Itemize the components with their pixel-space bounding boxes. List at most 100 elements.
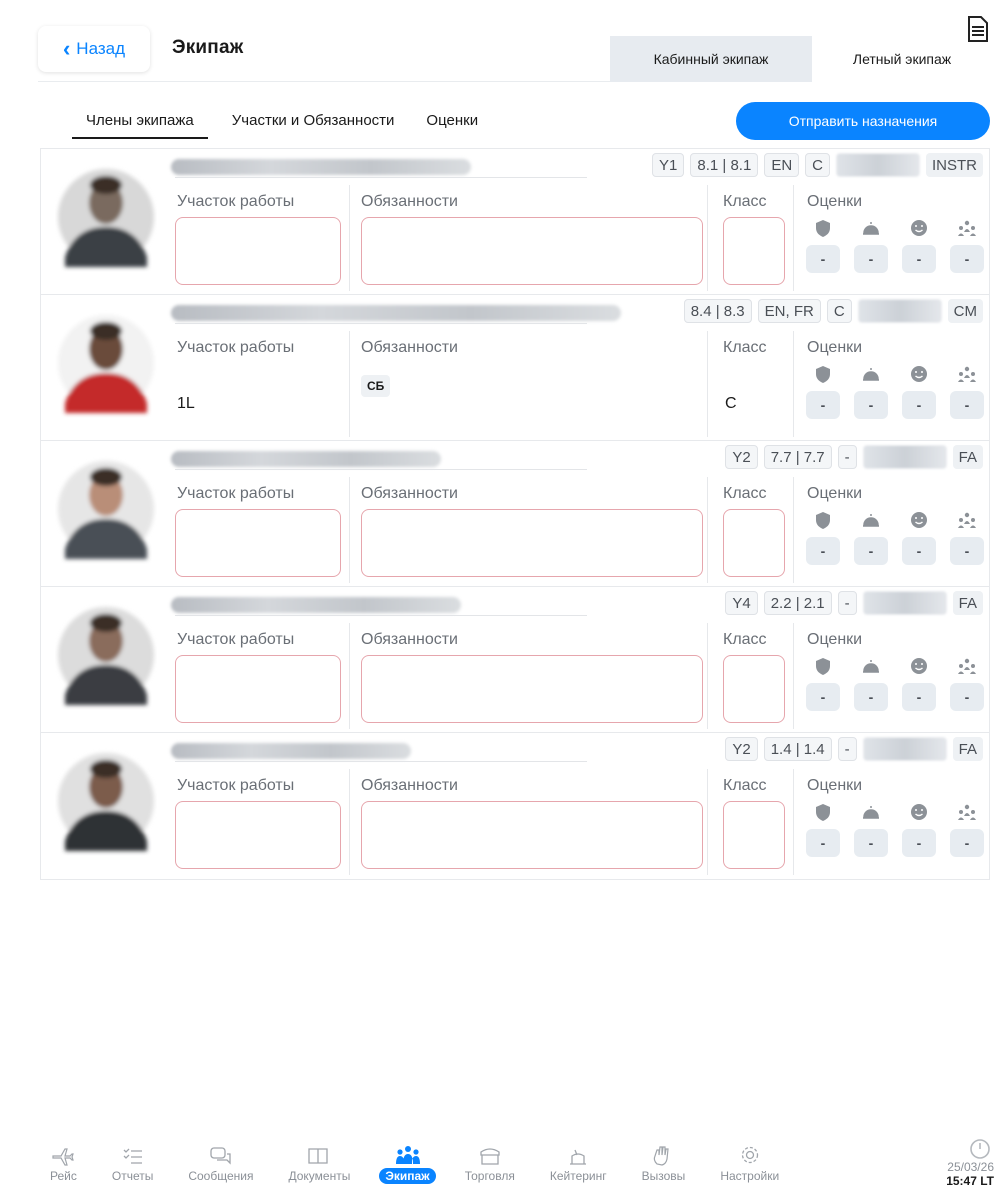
crew-name-redacted [171, 159, 471, 175]
service-bell-icon [863, 806, 879, 819]
crew-tag-score: 2.2 | 2.1 [763, 591, 832, 615]
duties-input[interactable] [361, 801, 703, 869]
rating-select-button[interactable]: - [854, 245, 888, 273]
rating-select-button[interactable]: - [950, 391, 984, 419]
duties-input[interactable] [361, 509, 703, 577]
nav-item-store[interactable]: Торговля [459, 1144, 521, 1184]
catering-icon [570, 1149, 587, 1165]
rating-select-button[interactable]: - [902, 829, 936, 857]
send-assignments-button[interactable]: Отправить назначения [736, 102, 990, 140]
crew-position-badge: CM [947, 299, 983, 323]
nav-item-catering[interactable]: Кейтеринг [544, 1144, 613, 1184]
nav-item-gear[interactable]: Настройки [714, 1144, 785, 1184]
page-title: Экипаж [172, 37, 244, 58]
team-icon [958, 220, 976, 236]
rating-select-button[interactable]: - [854, 683, 888, 711]
segment-cabin-crew[interactable]: Кабинный экипаж [610, 36, 812, 82]
work-area-input[interactable] [175, 655, 341, 723]
work-area-input[interactable] [175, 217, 341, 285]
nav-item-label: Рейс [50, 1169, 77, 1183]
rating-column: - [805, 801, 841, 857]
rating-column: - [805, 655, 841, 711]
class-input[interactable] [723, 217, 785, 285]
divider [793, 769, 794, 875]
work-area-value[interactable]: 1L [177, 395, 195, 413]
nav-item-messages[interactable]: Сообщения [182, 1144, 259, 1184]
rating-column: - [853, 509, 889, 565]
ratings-group: - - - - [805, 363, 985, 419]
class-label: Класс [723, 485, 767, 502]
rating-select-button[interactable]: - [806, 829, 840, 857]
crew-tag-redacted [862, 591, 947, 615]
nav-item-label: Кейтеринг [549, 1169, 607, 1183]
rating-select-button[interactable]: - [806, 537, 840, 565]
work-area-input[interactable] [175, 509, 341, 577]
team-icon [958, 804, 976, 820]
rating-select-button[interactable]: - [806, 245, 840, 273]
rating-select-button[interactable]: - [950, 683, 984, 711]
work-area-label: Участок работы [177, 193, 295, 210]
nav-item-label: Торговля [464, 1169, 515, 1183]
rating-select-button[interactable]: - [854, 391, 888, 419]
crew-tag-redacted [862, 737, 947, 761]
nav-item-checklist[interactable]: Отчеты [106, 1144, 159, 1184]
divider [793, 185, 794, 291]
divider [707, 185, 708, 291]
rating-select-button[interactable]: - [902, 537, 936, 565]
divider [707, 331, 708, 437]
crew-name-redacted [171, 451, 441, 467]
rating-select-button[interactable]: - [902, 391, 936, 419]
tab-areas-duties[interactable]: Участки и Обязанности [218, 106, 409, 139]
avatar [58, 315, 154, 413]
crew-card: Y4 2.2 | 2.1- FA Участок работы Обязанност… [40, 586, 990, 732]
bottom-nav: Рейс Отчеты Сообщения Документы Экипаж Т… [44, 1138, 994, 1184]
smile-icon [911, 220, 927, 236]
nav-item-hand[interactable]: Вызовы [636, 1144, 692, 1184]
crew-position-badge: FA [952, 737, 983, 761]
rating-select-button[interactable]: - [902, 245, 936, 273]
crew-tag-lang: EN [764, 153, 800, 177]
duties-label: Обязанности [361, 777, 458, 794]
ratings-label: Оценки [807, 485, 863, 502]
crew-tags: Y4 2.2 | 2.1- FA [725, 591, 983, 615]
divider [175, 323, 587, 324]
messages-icon [210, 1147, 231, 1165]
duties-input[interactable] [361, 655, 703, 723]
rating-select-button[interactable]: - [950, 245, 984, 273]
duties-input[interactable] [361, 217, 703, 285]
duty-chip[interactable]: СБ [361, 375, 391, 397]
crew-tag-lang: - [837, 737, 857, 761]
tab-ratings[interactable]: Оценки [412, 106, 492, 139]
class-input[interactable] [723, 801, 785, 869]
class-input[interactable] [723, 509, 785, 577]
ratings-group: - - - - [805, 801, 985, 857]
class-value[interactable]: C [725, 395, 737, 413]
rating-select-button[interactable]: - [950, 537, 984, 565]
document-icon[interactable] [960, 12, 994, 46]
ratings-label: Оценки [807, 339, 863, 356]
work-area-input[interactable] [175, 801, 341, 869]
ratings-label: Оценки [807, 631, 863, 648]
ratings-group: - - - - [805, 509, 985, 565]
divider [707, 769, 708, 875]
nav-item-book[interactable]: Документы [282, 1144, 356, 1184]
tab-crew-members[interactable]: Члены экипажа [72, 106, 208, 139]
rating-select-button[interactable]: - [806, 391, 840, 419]
crew-type-switch: Кабинный экипаж Летный экипаж [610, 36, 992, 82]
rating-select-button[interactable]: - [950, 829, 984, 857]
nav-item-label: Вызовы [641, 1169, 686, 1183]
clock: 25/03/26 15:47 LT [946, 1138, 994, 1187]
rating-select-button[interactable]: - [902, 683, 936, 711]
back-button[interactable]: ‹ Назад [38, 26, 150, 72]
clock-date: 25/03/26 [947, 1160, 994, 1174]
class-input[interactable] [723, 655, 785, 723]
rating-select-button[interactable]: - [854, 537, 888, 565]
crew-tag-redacted [862, 445, 947, 469]
divider [349, 477, 350, 583]
rating-column: - [901, 509, 937, 565]
rating-select-button[interactable]: - [854, 829, 888, 857]
crew-tag-cls: C [826, 299, 852, 323]
nav-item-crew[interactable]: Экипаж [379, 1144, 436, 1184]
nav-item-airplane[interactable]: Рейс [44, 1144, 83, 1184]
rating-select-button[interactable]: - [806, 683, 840, 711]
